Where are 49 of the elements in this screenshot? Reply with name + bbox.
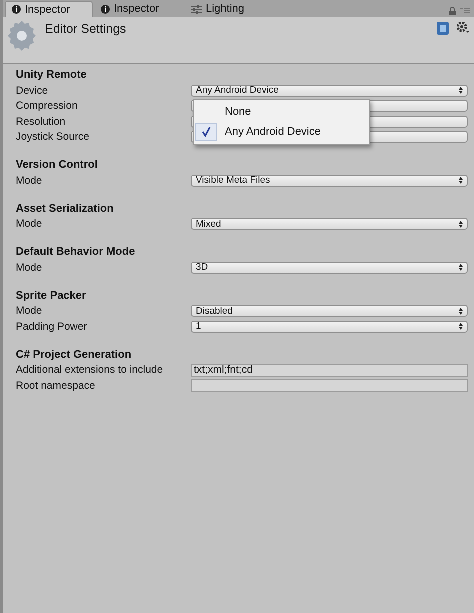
field-label: Additional extensions to include — [16, 364, 164, 376]
inspector-tab[interactable]: Inspector — [5, 1, 93, 17]
dropdown[interactable]: 1 — [191, 320, 468, 333]
dropdown[interactable]: Disabled — [191, 305, 468, 318]
section-heading: C# Project Generation — [16, 348, 133, 362]
inspector-tab[interactable]: Inspector — [95, 1, 183, 17]
section-heading: Asset Serialization — [16, 202, 115, 216]
dropdown-arrows-icon — [459, 308, 463, 315]
inspector-tab[interactable]: Lighting — [185, 1, 273, 17]
field-label: Mode — [16, 262, 44, 274]
tab-label: Inspector — [25, 4, 70, 16]
dropdown[interactable]: Visible Meta Files — [191, 174, 468, 187]
field-label: Compression — [16, 100, 79, 112]
tab-label: Lighting — [206, 3, 245, 15]
text-field[interactable] — [191, 379, 468, 392]
field-label: Mode — [16, 174, 44, 187]
dropdown[interactable]: Any Android Device — [191, 84, 468, 97]
field-label: Padding Power — [16, 320, 88, 333]
dropdown-arrows-icon — [459, 177, 463, 184]
section-heading: Unity Remote — [16, 68, 88, 83]
menu-item[interactable]: None — [194, 102, 369, 122]
field-label: Joystick Source — [16, 131, 91, 144]
section-heading: Version Control — [16, 158, 99, 173]
field-label: Mode — [16, 218, 44, 230]
field-label: Resolution — [16, 116, 67, 128]
help-book-icon[interactable] — [437, 22, 449, 35]
tab-label: Inspector — [114, 3, 160, 15]
sliders-icon — [191, 4, 202, 14]
dropdown-arrows-icon — [459, 220, 463, 228]
field-label: Device — [16, 84, 50, 97]
dropdown-arrows-icon — [459, 87, 463, 94]
dropdown[interactable]: Mixed — [191, 218, 468, 230]
info-icon — [12, 5, 21, 14]
text-field[interactable]: txt;xml;fnt;cd — [191, 364, 468, 377]
menu-icon[interactable] — [460, 8, 470, 14]
section-heading: Default Behavior Mode — [16, 245, 136, 260]
inspector-title: Editor Settings — [45, 22, 128, 36]
settings-icon[interactable] — [457, 22, 470, 34]
dropdown-arrows-icon — [459, 323, 463, 330]
dropdown[interactable]: 3D — [191, 262, 468, 274]
checkmark-icon — [202, 127, 210, 137]
gear-icon — [7, 19, 37, 51]
field-label: Mode — [16, 305, 44, 318]
lock-icon[interactable] — [449, 7, 456, 15]
field-label: Root namespace — [16, 380, 96, 392]
menu-item[interactable]: Any Android Device — [194, 122, 369, 142]
info-icon — [101, 4, 110, 14]
section-heading: Sprite Packer — [16, 288, 88, 304]
dropdown-arrows-icon — [459, 264, 463, 272]
